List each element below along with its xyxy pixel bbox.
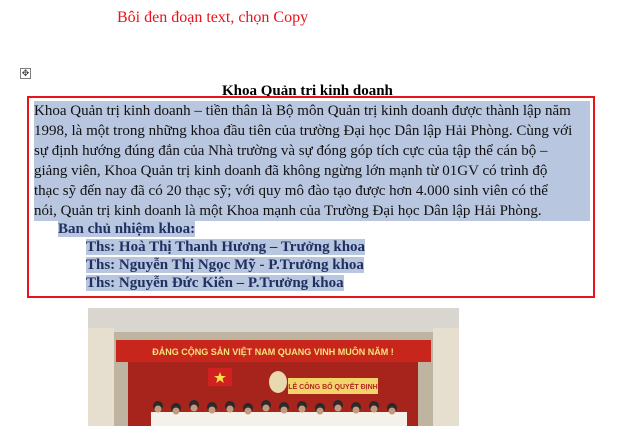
board-member: Ths: Nguyễn Thị Ngọc Mỹ - P.Trưởng khoa (86, 257, 364, 274)
paragraph-line: Khoa Quản trị kinh doanh – tiền thân là … (34, 101, 590, 121)
board-member-text: Ths: Nguyễn Đức Kiên – P.Trưởng khoa (86, 275, 344, 291)
paragraph-line: 1998, là một trong những khoa đầu tiên c… (34, 121, 590, 141)
paragraph-line: sự định hướng đúng đắn của Nhà trường và… (34, 141, 590, 161)
selected-paragraph[interactable]: Khoa Quản trị kinh doanh – tiền thân là … (34, 101, 590, 221)
instruction-note: Bôi đen đoạn text, chọn Copy (117, 9, 309, 26)
paragraph-line: giảng viên, Khoa Quản trị kinh doanh đã … (34, 161, 590, 181)
banner-text: ĐẢNG CỘNG SẢN VIỆT NAM QUANG VINH MUÔN N… (152, 346, 394, 357)
group-photo: ĐẢNG CỘNG SẢN VIỆT NAM QUANG VINH MUÔN N… (88, 308, 459, 426)
board-member: Ths: Hoà Thị Thanh Hương – Trưởng khoa (86, 239, 366, 256)
board-title-text: Ban chủ nhiệm khoa: (58, 221, 196, 237)
board-member: Ths: Nguyễn Đức Kiên – P.Trưởng khoa (86, 275, 344, 292)
paragraph-line: thạc sỹ đến nay đã có 20 thạc sỹ; với qu… (34, 181, 590, 201)
board-title: Ban chủ nhiệm khoa: (58, 221, 196, 238)
paragraph-line: nói, Quản trị kinh doanh là một Khoa mạn… (34, 201, 590, 221)
table-move-handle-icon[interactable]: ✥ (20, 68, 31, 79)
board-member-text: Ths: Nguyễn Thị Ngọc Mỹ - P.Trưởng khoa (86, 257, 364, 273)
board-member-text: Ths: Hoà Thị Thanh Hương – Trưởng khoa (86, 239, 366, 255)
